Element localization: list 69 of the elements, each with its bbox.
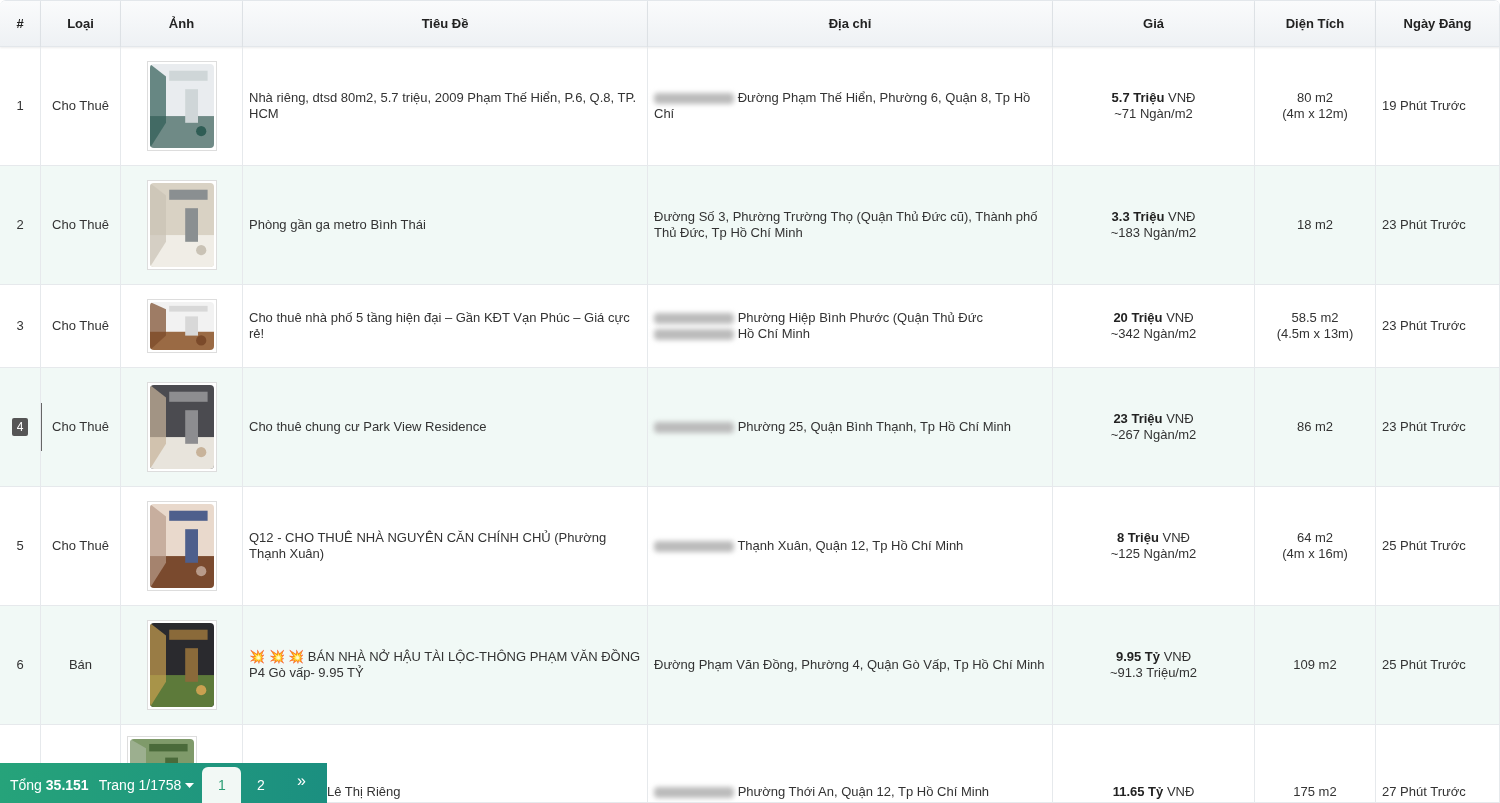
posted-time: 27 Phút Trước xyxy=(1382,784,1466,800)
dimensions-text: (4m x 16m) xyxy=(1282,546,1348,562)
row-number: 5 xyxy=(16,538,24,554)
address-text: Thạnh Xuân, Quận 12, Tp Hồ Chí Minh xyxy=(654,538,964,554)
listing-title[interactable]: Q12 - CHO THUÊ NHÀ NGUYÊN CĂN CHÍNH CHỦ (Phường Thạnh Xuân) xyxy=(249,530,641,562)
posted-time: 25 Phút Trước xyxy=(1382,657,1466,673)
unit-price-text: ~267 Ngàn/m2 xyxy=(1110,427,1197,443)
unit-price-text: ~342 Ngàn/m2 xyxy=(1110,326,1197,342)
area-text: 80 m2 xyxy=(1296,90,1334,106)
address-text: Đường Số 3, Phường Trường Thọ (Quận Thủ Đức cũ), Thành phố Thủ Đức, Tp Hồ Chí Minh xyxy=(654,209,1039,241)
address-text: Phường 25, Quận Bình Thạnh, Tp Hồ Chí Minh xyxy=(654,419,1011,435)
column-header: Loại xyxy=(41,1,121,47)
listing-title[interactable]: Lê Thị Riêng xyxy=(327,784,401,800)
posted-time: 23 Phút Trước xyxy=(1382,419,1466,435)
listing-title[interactable]: Phòng gần ga metro Bình Thái xyxy=(249,217,426,233)
next-page-button[interactable]: » xyxy=(280,767,323,803)
price-text: 8 Triệu VNĐ xyxy=(1117,530,1190,546)
page-dropdown[interactable]: Trang 1/1758 xyxy=(98,777,203,803)
posted-time: 25 Phút Trước xyxy=(1382,538,1466,554)
caret-icon xyxy=(185,782,195,788)
area-text: 86 m2 xyxy=(1296,419,1334,435)
address-text: Đường Phạm Văn Đồng, Phường 4, Quận Gò Vấp, Tp Hồ Chí Minh xyxy=(654,657,1045,673)
posted-time: 23 Phút Trước xyxy=(1382,318,1466,334)
listing-type: Cho Thuê xyxy=(52,419,109,435)
column-header: Ảnh xyxy=(121,1,243,47)
column-header: Giá xyxy=(1053,1,1255,47)
thumbnail-frame[interactable] xyxy=(146,299,217,353)
listing-title[interactable]: Cho thuê chung cư Park View Residence xyxy=(249,419,487,435)
price-text: 5.7 Triệu VNĐ xyxy=(1111,90,1196,106)
area-text: 58.5 m2 xyxy=(1291,310,1339,326)
column-header: Tiêu Đề xyxy=(243,1,648,47)
unit-price-text: ~91.3 Triệu/m2 xyxy=(1109,665,1198,681)
price-text: 23 Triệu VNĐ xyxy=(1113,411,1194,427)
column-header: Địa chỉ xyxy=(648,1,1053,47)
page-button[interactable]: 2 xyxy=(241,767,281,803)
row-number: 4 xyxy=(11,418,29,436)
listing-title[interactable]: Nhà riêng, dtsd 80m2, 5.7 triệu, 2009 Phạm Thế Hiển, P.6, Q.8, TP. HCM xyxy=(249,90,641,122)
column-header: # xyxy=(0,1,41,47)
total-count: Tổng 35.151 xyxy=(9,777,90,795)
listing-type: Cho Thuê xyxy=(52,318,109,334)
unit-price-text: ~183 Ngàn/m2 xyxy=(1110,225,1197,241)
row-number: 6 xyxy=(16,657,24,673)
listing-type: Cho Thuê xyxy=(52,217,109,233)
posted-time: 19 Phút Trước xyxy=(1382,98,1466,114)
unit-price-text: ~125 Ngàn/m2 xyxy=(1110,546,1197,562)
listing-title[interactable]: Cho thuê nhà phố 5 tầng hiện đại – Gần KĐT Vạn Phúc – Giá cực rẻ! xyxy=(249,310,641,342)
dimensions-text: (4.5m x 13m) xyxy=(1276,326,1354,342)
listing-type: Cho Thuê xyxy=(52,538,109,554)
column-header: Diện Tích xyxy=(1255,1,1376,47)
price-text: 20 Triệu VNĐ xyxy=(1113,310,1194,326)
row-number: 3 xyxy=(16,318,24,334)
address-text: Phường Thới An, Quận 12, Tp Hồ Chí Minh xyxy=(654,784,990,800)
posted-time: 23 Phút Trước xyxy=(1382,217,1466,233)
area-text: 175 m2 xyxy=(1293,784,1337,800)
address-text: Phường Hiệp Bình Phước (Quận Thủ Đức Hồ Chí Minh xyxy=(654,310,1046,342)
price-text: 11.65 Tỷ VNĐ xyxy=(1112,784,1195,800)
area-text: 18 m2 xyxy=(1296,217,1334,233)
unit-price-text: ~71 Ngàn/m2 xyxy=(1114,106,1193,122)
listing-type: Cho Thuê xyxy=(52,98,109,114)
address-text: Đường Phạm Thế Hiển, Phường 6, Quận 8, Tp Hồ Chí xyxy=(654,90,1032,122)
dimensions-text: (4m x 12m) xyxy=(1282,106,1348,122)
row-number: 2 xyxy=(16,217,24,233)
price-text: 3.3 Triệu VNĐ xyxy=(1111,209,1196,225)
price-text: 9.95 Tỷ VNĐ xyxy=(1115,649,1192,665)
area-text: 109 m2 xyxy=(1293,657,1337,673)
column-header: Ngày Đăng xyxy=(1376,1,1500,47)
row-number: 1 xyxy=(16,98,24,114)
area-text: 64 m2 xyxy=(1296,530,1334,546)
listing-type: Bán xyxy=(68,657,93,673)
